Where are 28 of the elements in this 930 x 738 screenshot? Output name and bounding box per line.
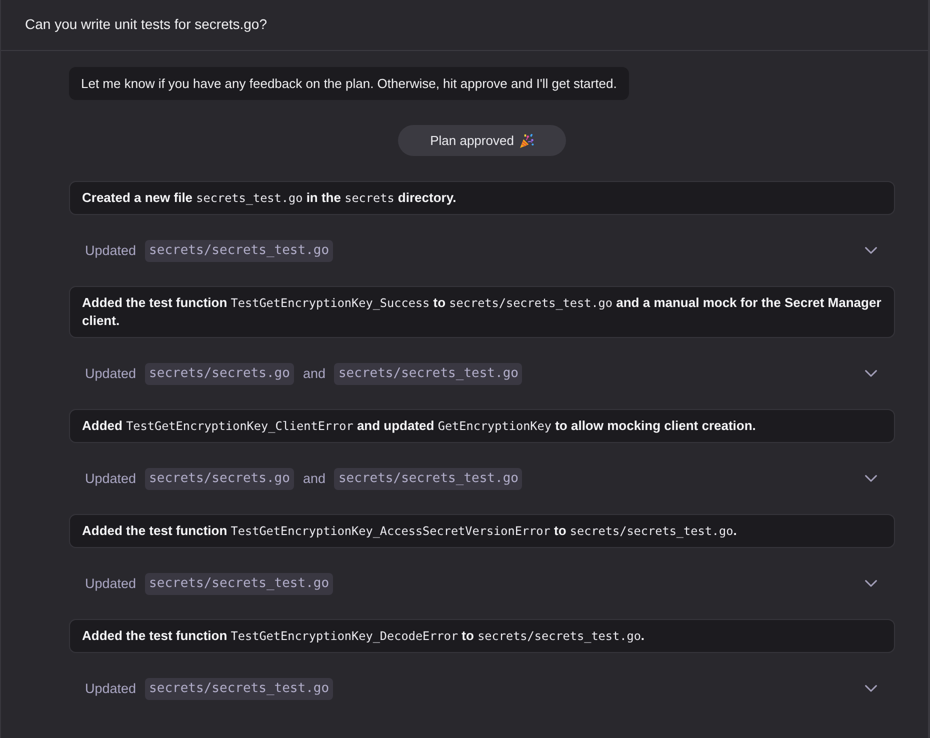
message-bubble: Let me know if you have any feedback on the plan. Otherwise, hit approve and I'll get started. — [69, 67, 629, 100]
updated-label: Updated — [85, 681, 136, 696]
updated-label: Updated — [85, 243, 136, 258]
file-path-chip: secrets/secrets_test.go — [145, 240, 334, 262]
updated-label: Updated — [85, 366, 136, 381]
conjunction-text: and — [302, 471, 326, 486]
file-path-chip: secrets/secrets_test.go — [145, 572, 334, 594]
updated-label: Updated — [85, 471, 136, 486]
conjunction-text: and — [302, 366, 326, 381]
step-summary: Added the test function TestGetEncryptionKey_Success to secrets/secrets_test.go and a manual mock for the Secret Manager client. — [69, 286, 895, 338]
step-summary: Added the test function TestGetEncryptionKey_DecodeError to secrets/secrets_test.go. — [69, 619, 895, 653]
chevron-down-icon[interactable] — [865, 580, 877, 587]
step-summary: Created a new file secrets_test.go in the secrets directory. — [69, 181, 895, 215]
file-path-chip: secrets/secrets.go — [145, 362, 294, 384]
step-summary: Added TestGetEncryptionKey_ClientError and updated GetEncryptionKey to allow mocking client creation. — [69, 409, 895, 443]
file-path-chip: secrets/secrets_test.go — [145, 678, 334, 700]
updated-label: Updated — [85, 576, 136, 591]
file-path-chip: secrets/secrets_test.go — [334, 468, 522, 490]
step-summary: Added the test function TestGetEncryptionKey_AccessSecretVersionError to secrets/secrets_test.go. — [69, 514, 895, 548]
prompt-text: Can you write unit tests for secrets.go? — [25, 16, 267, 32]
chevron-down-icon[interactable] — [865, 685, 877, 692]
file-path-chip: secrets/secrets.go — [145, 468, 294, 490]
chevron-down-icon[interactable] — [865, 247, 877, 254]
chevron-down-icon[interactable] — [865, 475, 877, 482]
party-popper-icon — [520, 134, 534, 148]
file-path-chip: secrets/secrets_test.go — [334, 362, 522, 384]
plan-status-text: Plan approved — [430, 133, 514, 148]
chevron-down-icon[interactable] — [865, 370, 877, 377]
